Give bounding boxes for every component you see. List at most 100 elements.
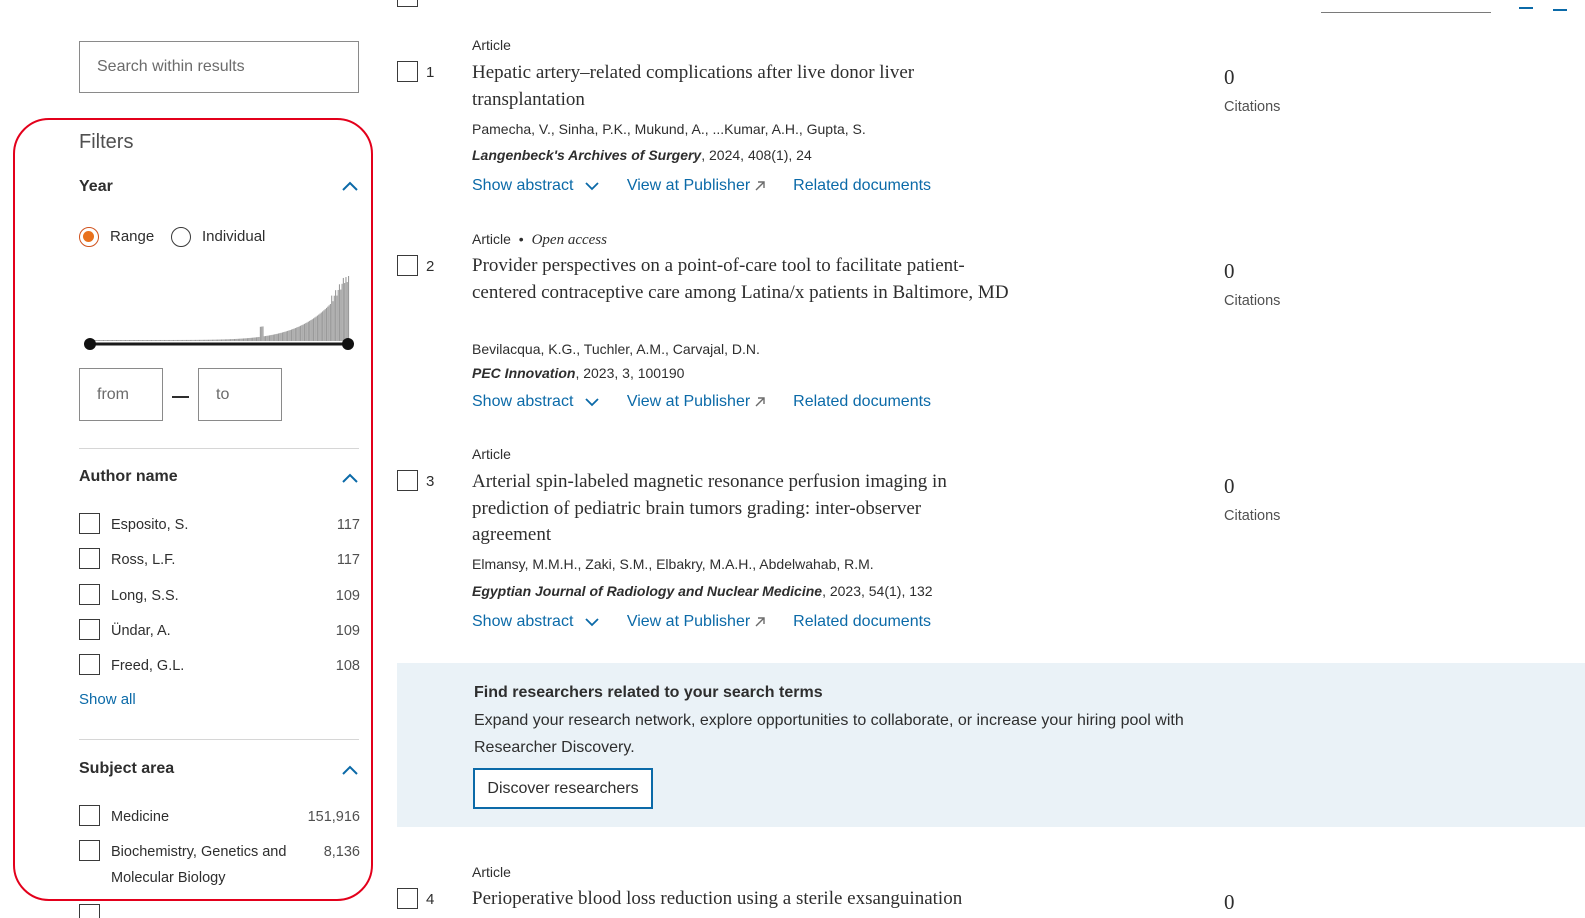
histogram-bar <box>230 339 232 341</box>
histogram-bar <box>185 339 188 341</box>
histogram-bar <box>244 338 246 341</box>
author-checkbox-esposito[interactable] <box>79 513 100 534</box>
histogram-bar <box>140 340 142 341</box>
histogram-bar <box>109 340 111 341</box>
chevron-up-icon[interactable] <box>341 764 359 776</box>
view-at-publisher-link[interactable]: View at Publisher <box>627 613 766 631</box>
open-access-badge: Open access <box>531 232 607 248</box>
histogram-bar <box>228 339 230 341</box>
histogram-bar <box>131 340 133 341</box>
citation-count[interactable]: 0 <box>1224 474 1235 499</box>
result-title[interactable]: Arterial spin-labeled magnetic resonance… <box>472 469 1002 549</box>
slider-handle-start[interactable] <box>84 338 96 350</box>
histogram-bar <box>237 338 239 341</box>
show-abstract-button[interactable]: Show abstract <box>472 613 600 631</box>
author-checkbox-ross[interactable] <box>79 548 100 569</box>
histogram-bar <box>245 338 247 341</box>
year-histogram-slider[interactable] <box>80 265 360 357</box>
discover-researchers-button[interactable]: Discover researchers <box>473 768 653 809</box>
histogram-bar <box>239 338 241 341</box>
histogram-bar <box>141 340 143 341</box>
histogram-bar <box>284 331 286 341</box>
show-all-authors-link[interactable]: Show all <box>79 691 136 708</box>
year-from-field[interactable] <box>79 368 163 421</box>
view-at-publisher-link[interactable]: View at Publisher <box>627 177 766 195</box>
histogram-bar <box>294 328 296 341</box>
chevron-up-icon[interactable] <box>341 472 359 484</box>
histogram-bar <box>197 339 199 341</box>
subject-label-line-2: Molecular Biology <box>111 870 226 886</box>
histogram-bar <box>101 340 103 341</box>
year-to-input[interactable] <box>199 369 281 420</box>
citation-count[interactable]: 0 <box>1224 65 1235 90</box>
author-count: 108 <box>335 658 360 674</box>
histogram-bar <box>110 340 112 341</box>
source-title[interactable]: PEC Innovation <box>472 365 575 381</box>
related-documents-link[interactable]: Related documents <box>793 613 931 631</box>
histogram-bar <box>189 339 191 341</box>
highlight-annotation <box>13 118 373 901</box>
result-checkbox[interactable] <box>397 61 418 82</box>
related-documents-link[interactable]: Related documents <box>793 393 931 411</box>
source-details: , 2023, 54(1), 132 <box>822 583 933 599</box>
histogram-bar <box>198 339 200 341</box>
result-title[interactable]: Hepatic artery–related complications aft… <box>472 60 992 113</box>
document-type: Article • Open access <box>472 231 607 248</box>
citation-count[interactable]: 0 <box>1224 259 1235 284</box>
histogram-bar <box>139 340 141 341</box>
histogram-bar <box>121 340 123 341</box>
histogram-bar <box>259 326 261 341</box>
year-from-input[interactable] <box>80 369 162 420</box>
result-checkbox[interactable] <box>397 888 418 909</box>
source-title[interactable]: Langenbeck's Archives of Surgery <box>472 147 701 163</box>
show-abstract-button[interactable]: Show abstract <box>472 177 600 195</box>
histogram-bar <box>207 339 210 341</box>
year-section-title: Year <box>79 178 113 195</box>
histogram-bar <box>318 314 320 341</box>
result-checkbox[interactable] <box>397 470 418 491</box>
document-type-label: Article <box>472 231 511 247</box>
show-abstract-button[interactable]: Show abstract <box>472 393 600 411</box>
citations-label: Citations <box>1224 293 1281 309</box>
citation-count[interactable]: 0 <box>1224 890 1235 915</box>
view-at-publisher-link[interactable]: View at Publisher <box>627 393 766 411</box>
histogram-bar <box>143 340 145 341</box>
related-documents-link[interactable]: Related documents <box>793 177 931 195</box>
slider-handle-end[interactable] <box>342 338 354 350</box>
search-input[interactable] <box>80 42 358 92</box>
histogram-bar <box>169 339 171 341</box>
author-checkbox-long[interactable] <box>79 584 100 605</box>
subject-checkbox-medicine[interactable] <box>79 805 100 826</box>
histogram-bar <box>296 327 298 341</box>
individual-radio-label: Individual <box>202 228 266 245</box>
result-authors[interactable]: Bevilacqua, K.G., Tuchler, A.M., Carvaja… <box>472 341 760 357</box>
histogram-bar <box>223 339 225 341</box>
histogram-bar <box>232 339 234 341</box>
source-title[interactable]: Egyptian Journal of Radiology and Nuclea… <box>472 583 822 599</box>
document-type: Article <box>472 37 511 53</box>
chevron-up-icon[interactable] <box>341 180 359 192</box>
histogram-bar <box>128 340 130 341</box>
histogram-bar <box>277 333 280 341</box>
histogram-bar <box>281 332 283 341</box>
individual-radio[interactable] <box>171 227 191 247</box>
range-radio[interactable] <box>79 227 99 247</box>
histogram-bar <box>279 333 281 341</box>
year-to-field[interactable] <box>198 368 282 421</box>
histogram-bar <box>213 339 215 341</box>
histogram-bar <box>319 313 321 341</box>
histogram-bar <box>324 309 326 341</box>
histogram-bar <box>274 334 276 341</box>
result-title[interactable]: Perioperative blood loss reduction using… <box>472 886 1072 913</box>
subject-checkbox-partial[interactable] <box>79 904 100 918</box>
search-within-results[interactable] <box>79 41 359 93</box>
author-checkbox-freed[interactable] <box>79 654 100 675</box>
result-title[interactable]: Provider perspectives on a point-of-care… <box>472 253 1017 306</box>
histogram-bar <box>346 282 348 341</box>
result-authors[interactable]: Pamecha, V., Sinha, P.K., Mukund, A., ..… <box>472 121 866 137</box>
result-checkbox[interactable] <box>397 255 418 276</box>
subject-checkbox-biochemistry[interactable] <box>79 840 100 861</box>
histogram-bar <box>341 283 343 341</box>
result-authors[interactable]: Elmansy, M.M.H., Zaki, S.M., Elbakry, M.… <box>472 556 874 572</box>
author-checkbox-undar[interactable] <box>79 619 100 640</box>
